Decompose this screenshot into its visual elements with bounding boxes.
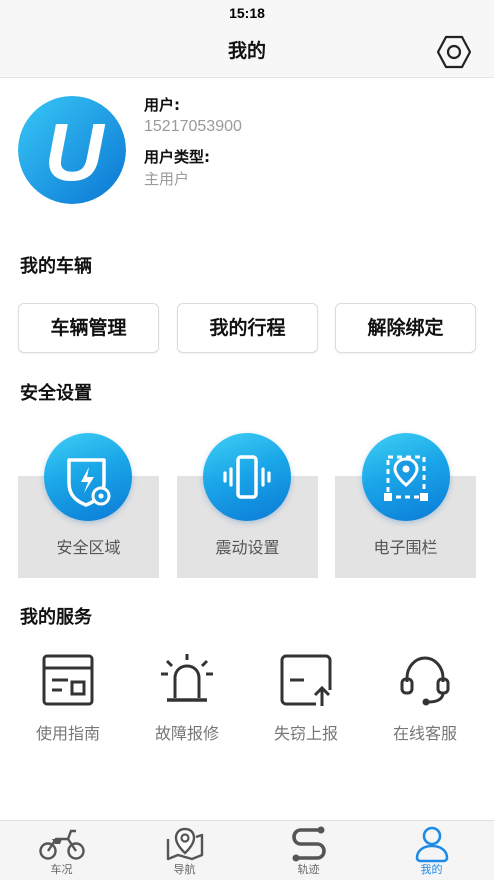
svg-text:U: U: [44, 107, 105, 198]
unbind-button[interactable]: 解除绑定: [335, 303, 476, 353]
avatar-logo: U: [18, 96, 126, 204]
headset-icon: [400, 656, 450, 706]
nav-bar: 我的: [0, 26, 494, 78]
fault-report-label: 故障报修: [154, 724, 219, 743]
tab-navigation-label: 导航: [173, 863, 196, 876]
route-icon: [291, 826, 326, 862]
user-guide-label: 使用指南: [35, 724, 100, 743]
user-guide-button[interactable]: 使用指南: [13, 652, 123, 747]
vibration-icon[interactable]: [203, 433, 291, 521]
guide-book-icon: [42, 654, 94, 706]
status-bar: 15:18: [0, 0, 494, 26]
map-pin-icon: [166, 827, 203, 861]
profile-section: U 用户: 15217053900 用户类型: 主用户: [0, 90, 494, 210]
vibration-settings-label: 震动设置: [215, 538, 280, 557]
fault-report-button[interactable]: 故障报修: [132, 652, 242, 747]
vehicles-section-title: 我的车辆: [20, 256, 92, 277]
my-trips-button[interactable]: 我的行程: [177, 303, 318, 353]
tab-track-label: 轨迹: [297, 863, 320, 876]
tab-vehicle-status[interactable]: 车况: [0, 821, 123, 880]
tab-mine-label: 我的: [420, 863, 443, 876]
tab-mine[interactable]: 我的: [370, 821, 493, 880]
services-section-title: 我的服务: [20, 607, 92, 628]
settings-button[interactable]: [436, 34, 472, 70]
motorcycle-icon: [38, 829, 85, 860]
online-service-button[interactable]: 在线客服: [370, 652, 480, 747]
online-service-label: 在线客服: [392, 724, 457, 743]
user-icon: [415, 826, 448, 863]
status-time: 15:18: [229, 5, 265, 21]
user-label: 用户:: [144, 96, 180, 114]
geofence-icon[interactable]: [362, 433, 450, 521]
upload-report-icon: [280, 654, 332, 706]
hexagon-settings-icon: [436, 35, 472, 69]
theft-report-label: 失窃上报: [273, 724, 338, 743]
security-section-title: 安全设置: [20, 383, 92, 404]
user-type-value: 主用户: [144, 170, 190, 188]
bottom-tab-bar: 车况 导航 轨迹 我的: [0, 820, 494, 880]
user-type-label: 用户类型:: [144, 148, 210, 166]
tab-track[interactable]: 轨迹: [247, 821, 370, 880]
alarm-light-icon: [161, 654, 213, 702]
tab-vehicle-status-label: 车况: [50, 863, 73, 876]
safe-zone-icon[interactable]: [44, 433, 132, 521]
tab-navigation[interactable]: 导航: [123, 821, 246, 880]
page-title: 我的: [227, 40, 266, 62]
user-phone: 15217053900: [144, 118, 242, 135]
safe-zone-label: 安全区域: [56, 538, 121, 557]
geofence-label: 电子围栏: [373, 538, 438, 557]
theft-report-button[interactable]: 失窃上报: [251, 652, 361, 747]
vehicle-management-button[interactable]: 车辆管理: [18, 303, 159, 353]
